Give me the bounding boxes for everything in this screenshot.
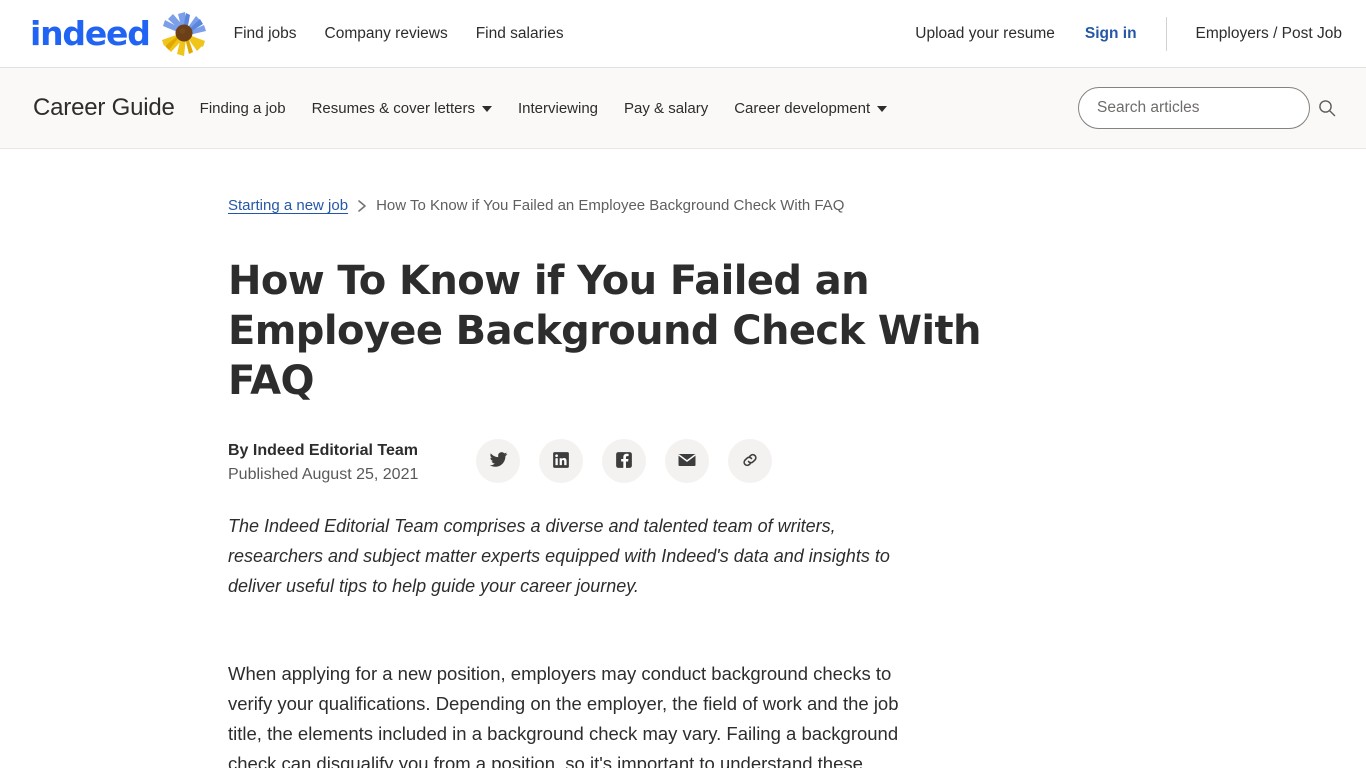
byline-row: By Indeed Editorial Team Published Augus… bbox=[228, 438, 1366, 485]
subnav-resumes-cover-letters-label: Resumes & cover letters bbox=[311, 99, 475, 117]
sign-in-link[interactable]: Sign in bbox=[1085, 25, 1137, 43]
search-icon[interactable] bbox=[1318, 99, 1336, 117]
indeed-wordmark: indeed bbox=[24, 17, 151, 50]
upload-resume-link[interactable]: Upload your resume bbox=[915, 25, 1055, 43]
share-facebook-button[interactable] bbox=[602, 439, 646, 483]
breadcrumb: Starting a new job How To Know if You Fa… bbox=[228, 197, 1366, 214]
breadcrumb-parent-link[interactable]: Starting a new job bbox=[228, 197, 348, 214]
career-guide-nav: Finding a job Resumes & cover letters In… bbox=[200, 99, 888, 117]
share-linkedin-button[interactable] bbox=[539, 439, 583, 483]
top-header: indeed Find jobs Company reviews Find sa… bbox=[0, 0, 1366, 68]
share-copy-link-button[interactable] bbox=[728, 439, 772, 483]
search-area bbox=[1078, 87, 1342, 129]
subnav-finding-a-job-label: Finding a job bbox=[199, 99, 286, 117]
breadcrumb-current: How To Know if You Failed an Employee Ba… bbox=[376, 197, 845, 214]
subnav-interviewing-label: Interviewing bbox=[517, 99, 599, 117]
career-guide-title[interactable]: Career Guide bbox=[33, 94, 175, 122]
nav-find-salaries[interactable]: Find salaries bbox=[476, 26, 564, 42]
header-right-actions: Upload your resume Sign in Employers / P… bbox=[915, 16, 1342, 51]
search-input[interactable] bbox=[1078, 87, 1310, 129]
share-email-button[interactable] bbox=[665, 439, 709, 483]
indeed-logo-link[interactable]: indeed bbox=[24, 10, 208, 58]
subnav-pay-salary[interactable]: Pay & salary bbox=[624, 100, 708, 117]
subnav-interviewing[interactable]: Interviewing bbox=[518, 100, 598, 117]
editorial-team-note: The Indeed Editorial Team comprises a di… bbox=[228, 516, 890, 596]
article-published-date: Published August 25, 2021 bbox=[228, 466, 419, 483]
article-first-paragraph: When applying for a new position, employ… bbox=[228, 663, 899, 768]
subnav-pay-salary-label: Pay & salary bbox=[624, 99, 709, 117]
link-icon bbox=[740, 450, 760, 473]
indeed-swoosh-icon bbox=[26, 10, 48, 24]
twitter-icon bbox=[489, 450, 508, 472]
email-icon bbox=[677, 450, 697, 473]
header-divider bbox=[1165, 16, 1167, 51]
nav-find-jobs[interactable]: Find jobs bbox=[234, 26, 297, 42]
subnav-career-development[interactable]: Career development bbox=[734, 99, 888, 117]
employers-post-job-link[interactable]: Employers / Post Job bbox=[1196, 25, 1342, 43]
page-title: How To Know if You Failed an Employee Ba… bbox=[228, 258, 981, 404]
facebook-icon bbox=[615, 451, 633, 472]
nav-company-reviews[interactable]: Company reviews bbox=[325, 26, 448, 42]
subnav-finding-a-job[interactable]: Finding a job bbox=[200, 100, 286, 117]
share-twitter-button[interactable] bbox=[476, 439, 520, 483]
subnav-resumes-cover-letters[interactable]: Resumes & cover letters bbox=[312, 100, 492, 117]
linkedin-icon bbox=[552, 451, 570, 472]
byline: By Indeed Editorial Team Published Augus… bbox=[228, 438, 476, 485]
article-page: Starting a new job How To Know if You Fa… bbox=[0, 149, 1366, 768]
subnav-career-development-label: Career development bbox=[734, 99, 871, 117]
chevron-down-icon bbox=[877, 106, 888, 112]
career-guide-subnav: Career Guide Finding a job Resumes & cov… bbox=[0, 68, 1366, 149]
chevron-down-icon bbox=[481, 106, 492, 112]
primary-nav: Find jobs Company reviews Find salaries bbox=[234, 26, 564, 42]
sunflower-icon bbox=[160, 10, 208, 58]
article-author: By Indeed Editorial Team bbox=[228, 442, 418, 459]
share-buttons bbox=[476, 439, 772, 483]
chevron-right-icon bbox=[357, 199, 367, 213]
